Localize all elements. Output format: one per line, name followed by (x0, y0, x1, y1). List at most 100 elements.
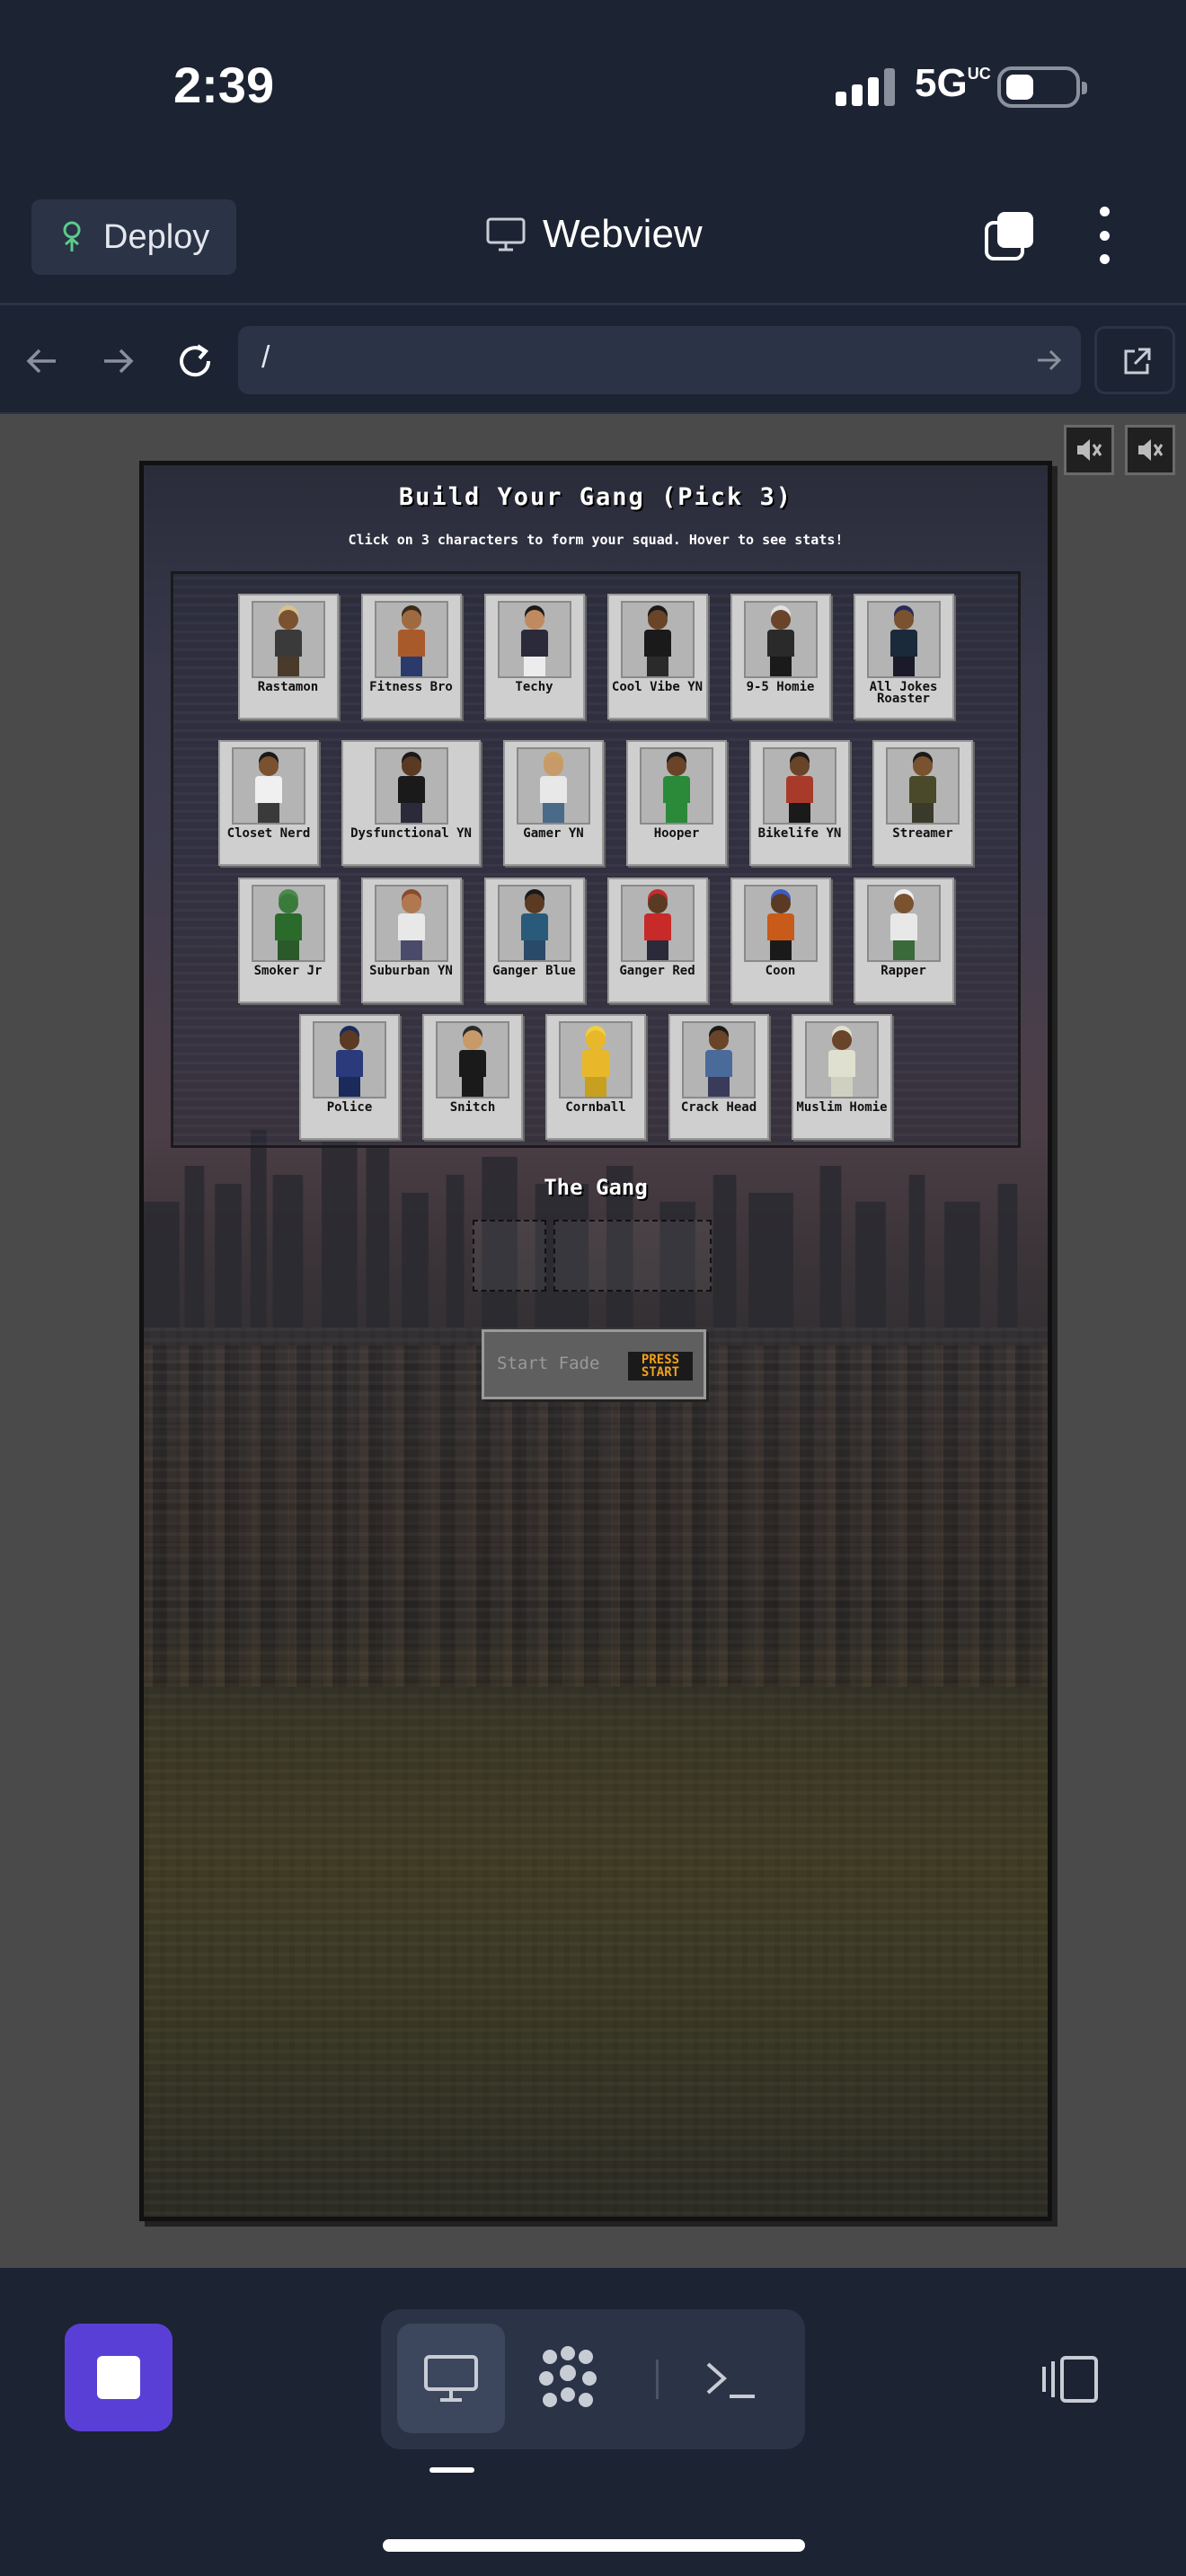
character-portrait (374, 747, 448, 825)
character-portrait (232, 747, 305, 825)
character-portrait (251, 885, 325, 962)
divider (656, 2360, 659, 2399)
tabs-icon[interactable] (983, 208, 1037, 262)
deploy-button[interactable]: Deploy (31, 199, 236, 275)
character-card[interactable]: Suburban YN (360, 878, 462, 1003)
app-bar: Deploy Webview (0, 180, 1186, 305)
reload-icon[interactable] (174, 340, 216, 382)
character-portrait (805, 1021, 879, 1098)
character-name: Ganger Red (619, 964, 695, 978)
character-card[interactable]: Fitness Bro (360, 594, 462, 719)
character-card[interactable]: All Jokes Roaster (853, 594, 954, 719)
character-card[interactable]: Police (299, 1014, 400, 1140)
more-options-icon[interactable] (1094, 207, 1114, 264)
character-name: All Jokes Roaster (869, 680, 938, 706)
character-name: Suburban YN (369, 964, 453, 978)
character-name: Smoker Jr (253, 964, 323, 978)
character-name: Fitness Bro (369, 680, 453, 694)
character-card[interactable]: Rastamon (237, 594, 339, 719)
character-portrait (497, 885, 571, 962)
webview-title[interactable]: Webview (485, 212, 703, 257)
monitor-icon (424, 2355, 478, 2402)
character-name: Hooper (653, 826, 700, 841)
url-input[interactable]: / (238, 326, 1081, 394)
deploy-icon (63, 221, 81, 251)
character-portrait (640, 747, 713, 825)
character-name: Coon (765, 964, 796, 978)
url-text: / (261, 340, 270, 375)
character-card[interactable]: Ganger Red (606, 878, 708, 1003)
character-card[interactable]: Bikelife YN (749, 740, 850, 866)
character-portrait (763, 747, 836, 825)
gang-slot-2[interactable] (553, 1220, 712, 1292)
character-name: Cornball (565, 1100, 626, 1115)
stop-button[interactable] (65, 2324, 173, 2431)
stop-icon (97, 2356, 140, 2399)
tab-shell[interactable] (677, 2324, 785, 2433)
character-portrait (866, 885, 941, 962)
go-arrow-icon[interactable] (1034, 346, 1063, 375)
character-name: Rastamon (257, 680, 319, 694)
character-name: Bikelife YN (757, 826, 842, 841)
view-switcher (381, 2309, 805, 2449)
external-link-icon (1124, 348, 1151, 375)
character-name: Muslim Homie (796, 1100, 888, 1115)
character-card[interactable]: Gamer YN (503, 740, 604, 866)
character-portrait (682, 1021, 756, 1098)
deploy-label: Deploy (103, 217, 210, 256)
start-fade-label: Start Fade (497, 1354, 600, 1373)
character-portrait (313, 1021, 386, 1098)
character-card[interactable]: Dysfunctional YN (341, 740, 481, 866)
webview-label: Webview (543, 212, 703, 256)
character-card[interactable]: Cornball (545, 1014, 646, 1140)
speaker-icon (1077, 439, 1102, 461)
status-bar: 2:39 5GUC (0, 0, 1186, 180)
open-external-button[interactable] (1094, 326, 1175, 394)
character-portrait (559, 1021, 633, 1098)
character-name: Techy (515, 680, 553, 694)
music-toggle-button[interactable] (1125, 425, 1175, 475)
tab-apps[interactable] (514, 2324, 622, 2433)
start-fade-button[interactable]: Start Fade PRESS START (482, 1329, 706, 1399)
gang-slot-1[interactable] (473, 1220, 546, 1292)
character-card[interactable]: Techy (483, 594, 585, 719)
field-background (144, 1328, 1048, 2217)
panel-toggle-icon[interactable] (1040, 2354, 1100, 2404)
page-subtitle: Click on 3 characters to form your squad… (348, 532, 844, 548)
character-name: Streamer (892, 826, 953, 841)
bottom-bar (0, 2268, 1186, 2576)
page-title: Build Your Gang (Pick 3) (398, 483, 793, 511)
character-card[interactable]: Snitch (422, 1014, 523, 1140)
game-canvas: Build Your Gang (Pick 3) Click on 3 char… (139, 461, 1052, 2221)
character-portrait (866, 601, 941, 678)
terminal-icon (706, 2362, 755, 2398)
character-name: Police (326, 1100, 373, 1115)
character-portrait (886, 747, 960, 825)
home-indicator[interactable] (383, 2539, 805, 2552)
character-card[interactable]: Rapper (853, 878, 954, 1003)
battery-icon (997, 66, 1087, 108)
character-portrait (620, 885, 695, 962)
character-name: Dysfunctional YN (350, 826, 472, 841)
character-card[interactable]: Closet Nerd (218, 740, 319, 866)
sound-toggle-button[interactable] (1064, 425, 1114, 475)
tab-webview[interactable] (397, 2324, 505, 2433)
character-card[interactable]: Cool Vibe YN (606, 594, 708, 719)
character-card[interactable]: 9-5 Homie (730, 594, 831, 719)
character-card[interactable]: Smoker Jr (237, 878, 339, 1003)
monitor-icon (486, 217, 526, 251)
forward-icon[interactable] (97, 340, 138, 382)
webview-content: Build Your Gang (Pick 3) Click on 3 char… (0, 414, 1186, 2268)
back-icon[interactable] (22, 340, 63, 382)
character-card[interactable]: Crack Head (668, 1014, 769, 1140)
character-portrait (374, 885, 448, 962)
character-name: Gamer YN (523, 826, 584, 841)
character-card[interactable]: Streamer (872, 740, 973, 866)
character-card[interactable]: Hooper (626, 740, 727, 866)
character-portrait (517, 747, 590, 825)
character-name: Ganger Blue (492, 964, 576, 978)
character-card[interactable]: Coon (730, 878, 831, 1003)
character-card[interactable]: Muslim Homie (792, 1014, 892, 1140)
apps-icon (539, 2346, 597, 2407)
character-card[interactable]: Ganger Blue (483, 878, 585, 1003)
